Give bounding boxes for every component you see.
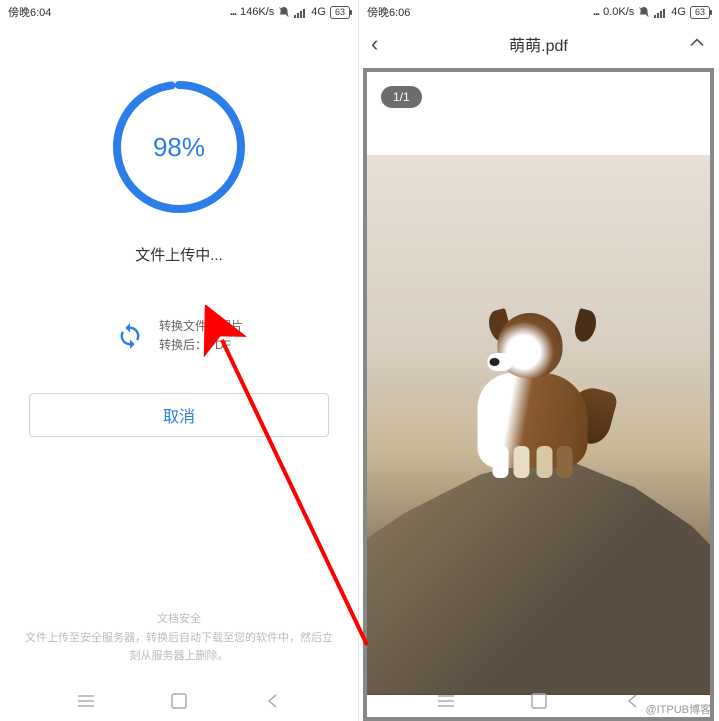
- upload-screen: 傍晚6:04 ... 146K/s 4G 63 98% 文件上传中...: [0, 0, 359, 721]
- status-time: 傍晚6:06: [367, 4, 410, 20]
- signal-dots-icon: ...: [230, 6, 236, 18]
- page-indicator: 1/1: [381, 86, 422, 108]
- security-note: 文档安全 文件上传至安全服务器，转换后自动下载至您的软件中，然后立刻从服务器上删…: [0, 610, 358, 666]
- progress-ring: 98%: [104, 72, 254, 222]
- pdf-viewer-screen: 傍晚6:06 ... 0.0K/s 4G 63 ‹ 萌萌.pdf 1/1: [359, 0, 718, 721]
- convert-info: 转换文件：图片 转换后：PDF: [115, 317, 243, 355]
- security-title: 文档安全: [20, 610, 338, 629]
- status-time: 傍晚6:04: [8, 4, 51, 20]
- share-button[interactable]: [688, 32, 706, 56]
- sync-icon: [115, 321, 145, 351]
- pdf-page: 1/1: [367, 72, 710, 717]
- status-indicators: ... 0.0K/s 4G 63: [593, 6, 710, 19]
- nav-recent-icon[interactable]: [76, 691, 96, 711]
- pdf-image-content: [367, 155, 710, 695]
- watermark: @ITPUB博客: [645, 701, 711, 717]
- status-bar-right: 傍晚6:06 ... 0.0K/s 4G 63: [359, 0, 718, 22]
- status-bar-left: 傍晚6:04 ... 146K/s 4G 63: [0, 0, 358, 22]
- upload-status-text: 文件上传中...: [135, 244, 223, 265]
- network-speed: 146K/s: [240, 6, 274, 18]
- signal-bars-icon: [654, 7, 667, 18]
- network-type: 4G: [311, 6, 326, 18]
- pdf-title: 萌萌.pdf: [509, 32, 568, 56]
- nav-recent-icon[interactable]: [436, 691, 456, 711]
- convert-target: 转换后：PDF: [159, 336, 243, 355]
- battery-icon: 63: [690, 6, 710, 19]
- progress-percent: 98%: [104, 72, 254, 222]
- nav-bar-left: [0, 681, 358, 721]
- alarm-off-icon: [278, 6, 290, 18]
- nav-home-icon[interactable]: [529, 691, 549, 711]
- nav-home-icon[interactable]: [169, 691, 189, 711]
- alarm-off-icon: [638, 6, 650, 18]
- network-type: 4G: [671, 6, 686, 18]
- status-indicators: ... 146K/s 4G 63: [230, 6, 350, 19]
- network-speed: 0.0K/s: [603, 6, 634, 18]
- signal-bars-icon: [294, 7, 307, 18]
- convert-source: 转换文件：图片: [159, 317, 243, 336]
- back-button[interactable]: ‹: [371, 31, 378, 57]
- signal-dots-icon: ...: [593, 6, 599, 18]
- cancel-button[interactable]: 取消: [29, 393, 329, 437]
- nav-back-icon[interactable]: [262, 691, 282, 711]
- nav-back-icon[interactable]: [622, 691, 642, 711]
- pdf-viewer[interactable]: 1/1: [363, 68, 714, 721]
- battery-icon: 63: [330, 6, 350, 19]
- security-desc: 文件上传至安全服务器，转换后自动下载至您的软件中，然后立刻从服务器上删除。: [20, 629, 338, 666]
- pdf-header: ‹ 萌萌.pdf: [359, 22, 718, 66]
